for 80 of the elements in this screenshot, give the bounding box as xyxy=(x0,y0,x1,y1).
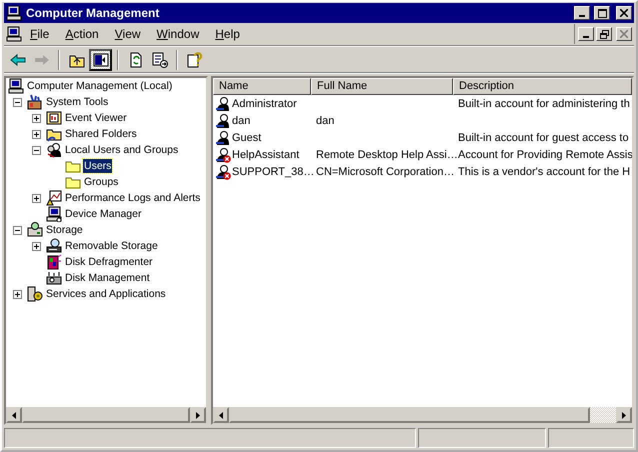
table-cell: Built-in account for administering th xyxy=(458,98,630,110)
expand-toggle[interactable] xyxy=(32,242,41,250)
close-icon xyxy=(620,9,628,17)
tree-item[interactable]: Event Viewer xyxy=(64,111,128,125)
computer-icon xyxy=(6,5,22,21)
tree-item[interactable]: Local Users and Groups xyxy=(64,143,180,157)
tree-item[interactable]: Shared Folders xyxy=(64,127,138,141)
tree-item[interactable]: Services and Applications xyxy=(45,287,167,301)
back-arrow-icon xyxy=(10,52,26,68)
close-button[interactable] xyxy=(616,27,632,41)
users-icon xyxy=(46,142,62,158)
tree-item[interactable]: Storage xyxy=(45,223,84,237)
table-cell: CN=Microsoft Corporation… xyxy=(316,166,454,178)
scroll-right-button[interactable] xyxy=(616,407,632,423)
event-log-icon xyxy=(46,110,62,126)
minimize-button[interactable] xyxy=(574,6,590,20)
menu-item[interactable]: Action xyxy=(57,25,107,43)
expand-toggle[interactable] xyxy=(32,114,41,122)
tree-pane-icon xyxy=(92,52,108,68)
computer-icon xyxy=(46,206,62,222)
scroll-right-button[interactable] xyxy=(190,407,206,423)
scrollbar-thumb[interactable] xyxy=(22,407,190,423)
tree-item[interactable]: Computer Management (Local) xyxy=(26,79,174,93)
user-name[interactable]: Administrator xyxy=(232,96,297,110)
tree-item[interactable]: Disk Defragmenter xyxy=(64,255,154,269)
scroll-left-button[interactable] xyxy=(6,407,22,423)
tree-item[interactable]: Users xyxy=(83,159,112,173)
restore-button[interactable] xyxy=(596,27,612,41)
toolbox-icon xyxy=(27,94,43,110)
disk-drive-icon xyxy=(46,270,62,286)
expand-toggle[interactable] xyxy=(32,194,41,202)
scrollbar-thumb[interactable] xyxy=(229,407,590,423)
user-name[interactable]: dan xyxy=(232,114,250,128)
table-cell: This is a vendor's account for the H xyxy=(458,166,630,178)
table-cell: Account for Providing Remote Assis xyxy=(458,148,632,160)
left-arrow-icon xyxy=(219,412,223,418)
left-arrow-icon xyxy=(12,412,16,418)
tree-item[interactable]: Disk Management xyxy=(64,271,151,285)
tree-item[interactable]: System Tools xyxy=(45,95,110,109)
maximize-button[interactable] xyxy=(594,6,610,20)
forward-arrow-icon xyxy=(34,52,50,68)
expand-toggle[interactable] xyxy=(13,226,22,234)
right-arrow-icon xyxy=(196,412,200,418)
tree-item[interactable]: Device Manager xyxy=(64,207,142,221)
tree-item[interactable]: Performance Logs and Alerts xyxy=(64,191,202,205)
window-title: Computer Management xyxy=(26,6,160,20)
storage-drive-icon xyxy=(27,222,43,238)
expand-toggle[interactable] xyxy=(32,130,41,138)
column-header[interactable]: Description xyxy=(453,78,632,95)
menu-item[interactable]: File xyxy=(22,25,58,43)
server-gear-icon xyxy=(27,286,43,302)
table-cell: Built-in account for guest access to xyxy=(458,132,629,144)
tree-button[interactable] xyxy=(89,49,112,71)
expand-toggle[interactable] xyxy=(32,146,41,154)
tree-item[interactable]: Groups xyxy=(83,175,120,189)
expand-toggle[interactable] xyxy=(13,98,22,106)
restore-icon xyxy=(600,30,608,38)
table-cell: dan xyxy=(316,114,334,126)
scroll-left-button[interactable] xyxy=(213,407,229,423)
menu-item[interactable]: View xyxy=(106,25,149,43)
help-icon xyxy=(186,52,202,68)
right-arrow-icon xyxy=(622,412,626,418)
defragmenter-icon xyxy=(46,254,62,270)
column-header[interactable]: Full Name xyxy=(311,78,453,95)
close-icon xyxy=(620,30,628,38)
table-cell: Remote Desktop Help Assi… xyxy=(316,148,458,160)
close-button[interactable] xyxy=(616,6,632,20)
refresh-icon xyxy=(128,52,144,68)
maximize-icon xyxy=(598,8,606,18)
removable-drive-icon xyxy=(46,238,62,254)
tree-item[interactable]: Removable Storage xyxy=(64,239,159,253)
column-header[interactable]: Name xyxy=(213,78,311,95)
user-name[interactable]: Guest xyxy=(232,130,262,144)
menu-item[interactable]: Window xyxy=(148,25,208,43)
chart-alert-icon xyxy=(46,190,62,206)
menu-item[interactable]: Help xyxy=(207,25,248,43)
computer-icon xyxy=(6,26,22,42)
expand-toggle[interactable] xyxy=(13,290,22,298)
minimize-button[interactable] xyxy=(578,27,594,41)
export-list-icon xyxy=(152,52,168,68)
